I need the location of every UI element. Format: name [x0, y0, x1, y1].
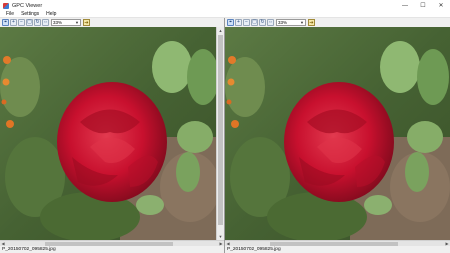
- rose-photo: [225, 27, 450, 240]
- right-viewer-pane: ⌖ + − ▢ ↻ ⇔ 33% ▼ ➔ ◀ ▶ P_20150702_09582…: [225, 18, 450, 253]
- pointer-tool-button[interactable]: ⌖: [227, 19, 234, 26]
- zoom-in-button[interactable]: +: [235, 19, 242, 26]
- right-image-viewport[interactable]: [225, 27, 450, 240]
- close-button[interactable]: ✕: [432, 0, 450, 11]
- flip-button[interactable]: ⇔: [42, 19, 49, 26]
- rotate-icon: ↻: [35, 19, 40, 25]
- rotate-icon: ↻: [260, 19, 265, 25]
- zoom-in-icon: +: [237, 19, 240, 25]
- zoom-out-button[interactable]: −: [18, 19, 25, 26]
- chevron-down-icon: ▼: [75, 20, 79, 25]
- flip-icon: ⇔: [43, 19, 48, 25]
- zoom-value: 33%: [278, 20, 288, 25]
- flip-icon: ⇔: [268, 19, 273, 25]
- arrow-icon: ➔: [309, 19, 314, 26]
- zoom-out-button[interactable]: −: [243, 19, 250, 26]
- fit-window-icon: ▢: [252, 19, 257, 25]
- zoom-out-icon: −: [20, 19, 23, 25]
- maximize-button[interactable]: ☐: [414, 0, 432, 11]
- left-vertical-scrollbar[interactable]: ▲ ▼: [216, 27, 224, 240]
- right-status-bar: P_20150702_095825.jpg: [225, 246, 450, 253]
- scroll-thumb[interactable]: [218, 35, 223, 225]
- scroll-down-icon[interactable]: ▼: [217, 233, 224, 240]
- zoom-in-button[interactable]: +: [10, 19, 17, 26]
- minimize-button[interactable]: —: [396, 0, 414, 11]
- pointer-icon: ⌖: [229, 19, 232, 25]
- filename-label: P_20150702_095825.jpg: [2, 247, 56, 252]
- zoom-out-icon: −: [245, 19, 248, 25]
- zoom-select[interactable]: 33% ▼: [51, 19, 81, 26]
- fit-window-button[interactable]: ▢: [26, 19, 33, 26]
- flip-button[interactable]: ⇔: [267, 19, 274, 26]
- app-icon: [3, 2, 9, 9]
- window-title: GPC Viewer: [12, 2, 43, 9]
- left-image-viewport[interactable]: [0, 27, 216, 240]
- filename-label: P_20150702_095825.jpg: [227, 247, 281, 252]
- fit-window-button[interactable]: ▢: [251, 19, 258, 26]
- menu-help[interactable]: Help: [45, 11, 57, 17]
- arrow-icon: ➔: [84, 19, 89, 26]
- left-toolbar: ⌖ + − ▢ ↻ ⇔ 33% ▼ ➔: [0, 18, 224, 27]
- apply-zoom-button[interactable]: ➔: [83, 19, 90, 26]
- pointer-icon: ⌖: [4, 19, 7, 25]
- zoom-in-icon: +: [12, 19, 15, 25]
- menu-settings[interactable]: Settings: [20, 11, 40, 17]
- pointer-tool-button[interactable]: ⌖: [2, 19, 9, 26]
- right-toolbar: ⌖ + − ▢ ↻ ⇔ 33% ▼ ➔: [225, 18, 450, 27]
- rose-photo: [0, 27, 216, 240]
- left-status-bar: P_20150702_095825.jpg: [0, 246, 224, 253]
- chevron-down-icon: ▼: [300, 20, 304, 25]
- rotate-button[interactable]: ↻: [259, 19, 266, 26]
- menu-bar: File Settings Help: [0, 11, 450, 18]
- zoom-value: 33%: [53, 20, 63, 25]
- window-controls: — ☐ ✕: [396, 0, 450, 11]
- left-viewer-pane: ⌖ + − ▢ ↻ ⇔ 33% ▼ ➔ ▲ ▼ ◀ ▶ P_20150702_0…: [0, 18, 224, 253]
- scroll-up-icon[interactable]: ▲: [217, 27, 224, 34]
- zoom-select[interactable]: 33% ▼: [276, 19, 306, 26]
- menu-file[interactable]: File: [5, 11, 15, 17]
- title-bar: GPC Viewer — ☐ ✕: [0, 0, 450, 11]
- fit-window-icon: ▢: [27, 19, 32, 25]
- apply-zoom-button[interactable]: ➔: [308, 19, 315, 26]
- rotate-button[interactable]: ↻: [34, 19, 41, 26]
